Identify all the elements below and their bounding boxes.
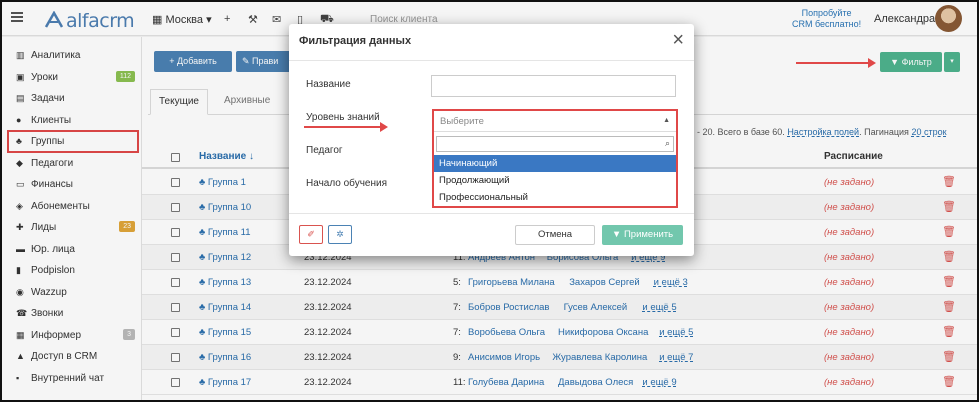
select-option[interactable]: Начинающий <box>434 155 676 172</box>
apply-button[interactable]: ▼ Применить <box>602 225 683 245</box>
level-select-head[interactable]: Выберите ▲ <box>434 111 676 132</box>
select-search-input[interactable]: ⌕ <box>436 136 674 152</box>
app-window: alfacrm ▦ Москва ▾ + ⚒ ✉ ▯ ⛟ Поиск клиен… <box>0 0 979 402</box>
select-placeholder: Выберите <box>440 116 484 127</box>
cancel-button[interactable]: Отмена <box>515 225 595 245</box>
close-icon[interactable]: × <box>672 29 684 51</box>
search-icon: ⌕ <box>664 138 670 148</box>
level-select[interactable]: Выберите ▲ ⌕ Начинающий Продолжающий Профе… <box>432 109 678 208</box>
divider <box>289 60 694 61</box>
field-teacher-label: Педагог <box>306 145 343 156</box>
filter-settings-button[interactable]: ✲ <box>328 225 352 244</box>
select-option[interactable]: Продолжающий <box>434 172 676 189</box>
field-name-label: Название <box>306 79 351 90</box>
divider <box>289 213 694 214</box>
eraser-icon: ✐ <box>307 229 315 239</box>
annotation-arrow <box>796 58 876 68</box>
select-option[interactable]: Профессиональный <box>434 189 676 206</box>
field-level-label: Уровень знаний <box>306 112 380 123</box>
gear-icon: ✲ <box>336 229 344 239</box>
modal-title: Фильтрация данных <box>299 35 412 47</box>
caret-up-icon: ▲ <box>663 117 670 124</box>
clear-filter-button[interactable]: ✐ <box>299 225 323 244</box>
annotation-arrow <box>304 122 388 132</box>
name-input[interactable] <box>431 75 676 97</box>
field-start-label: Начало обучения <box>306 178 387 189</box>
